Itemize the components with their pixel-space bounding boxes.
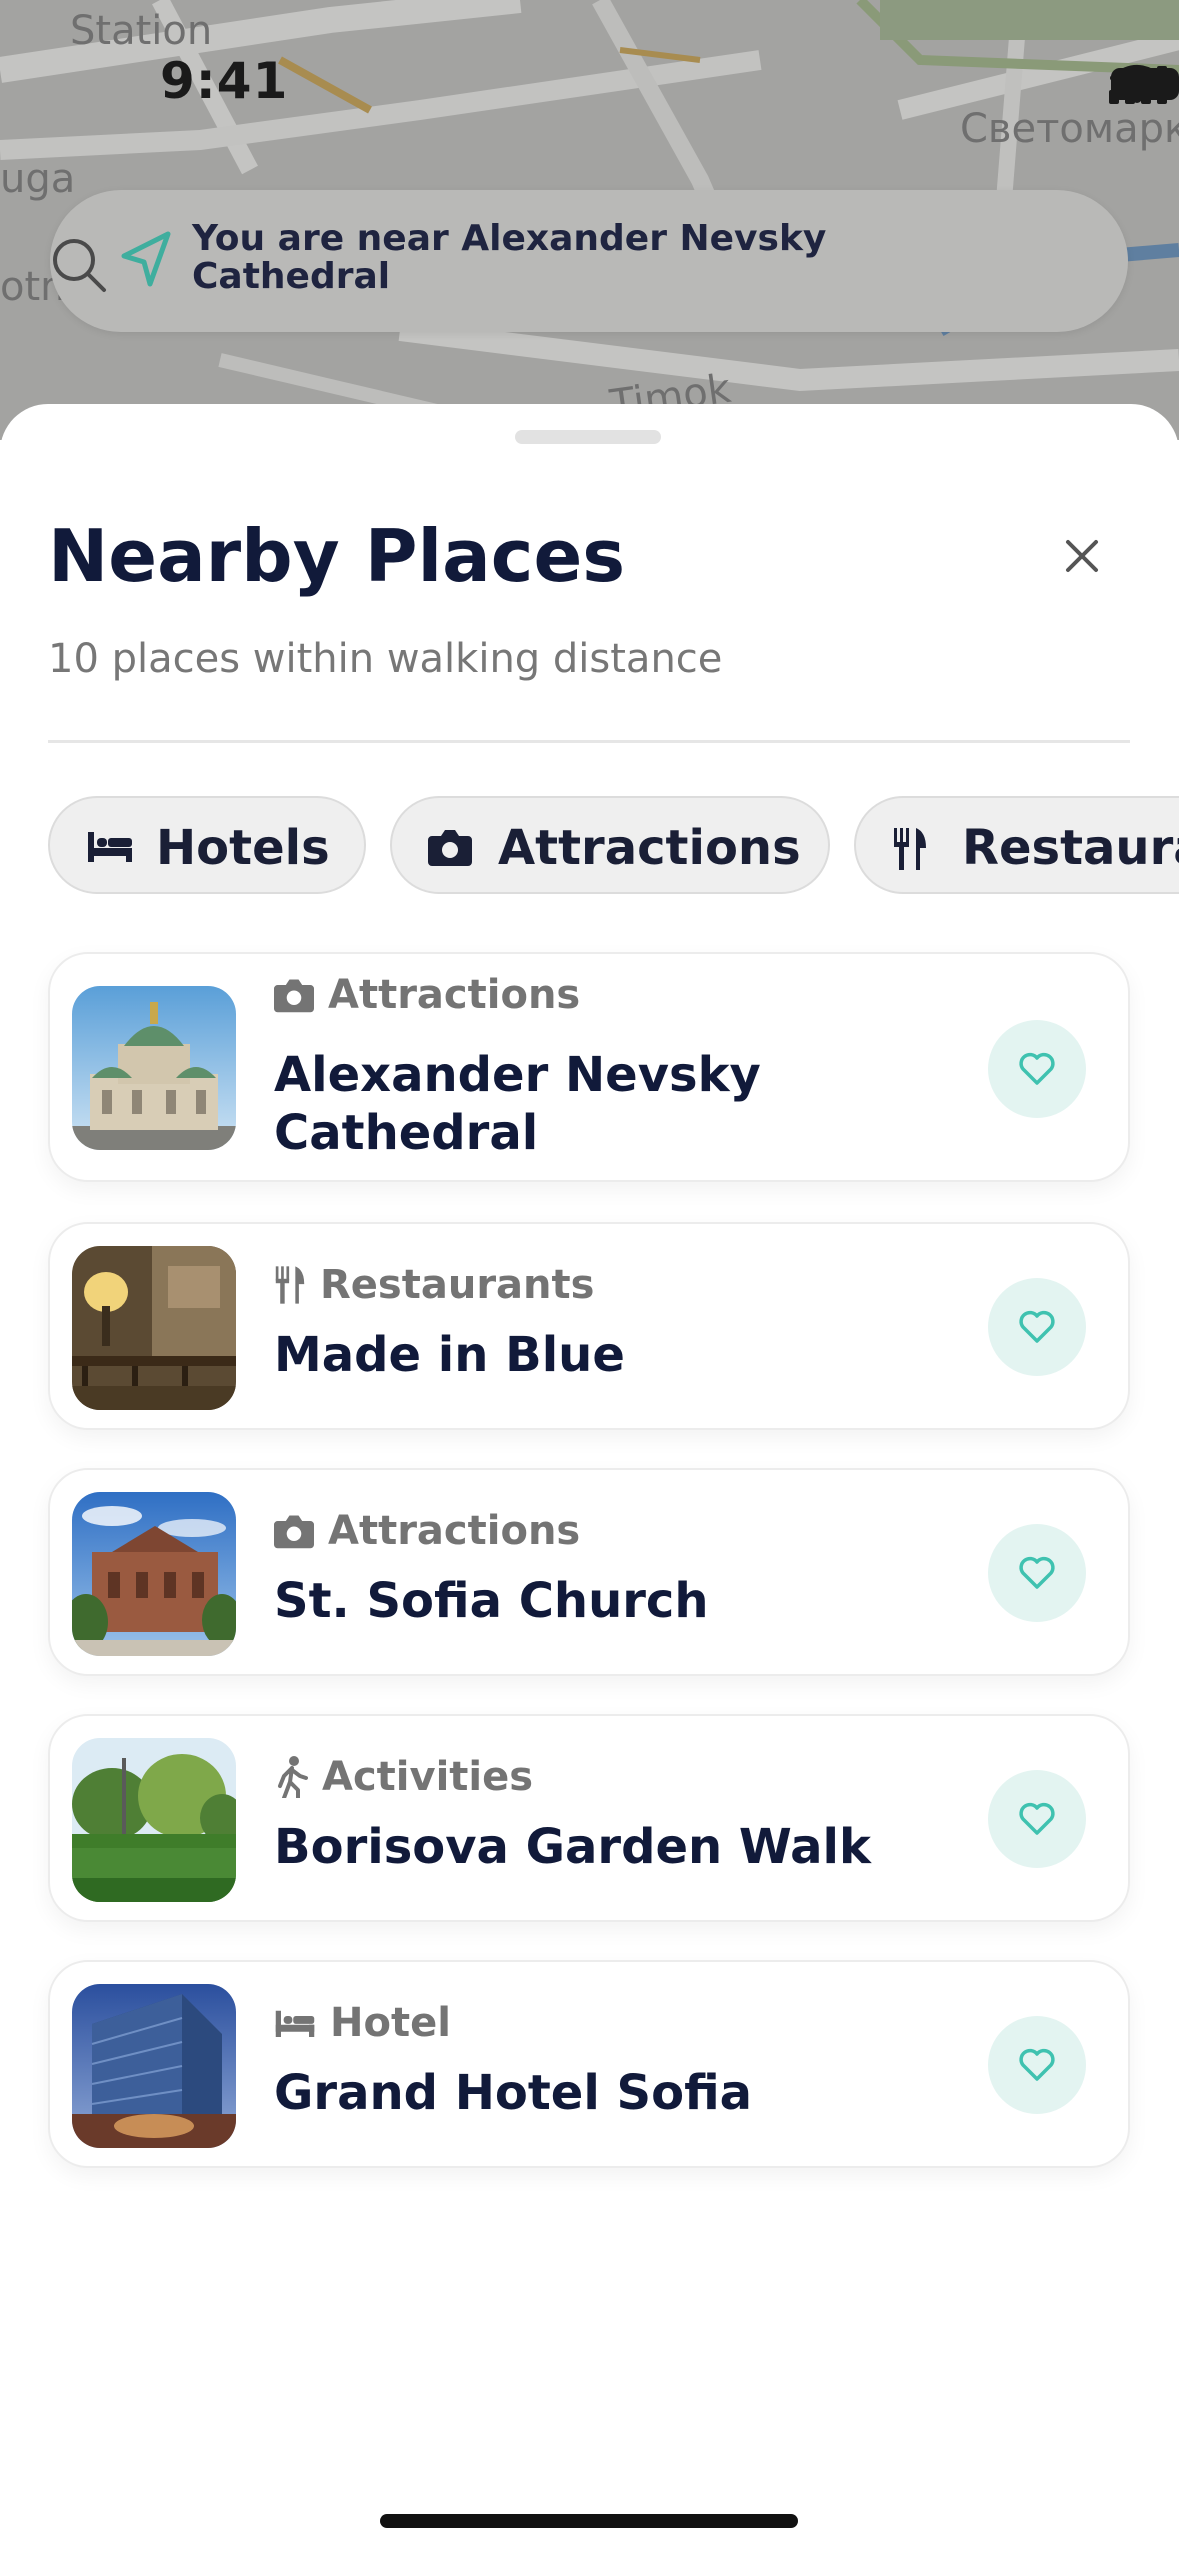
camera-icon [428,830,472,866]
filter-chip-restaurants[interactable]: Restaura [854,796,1179,894]
camera-icon [274,979,314,1013]
favorite-button[interactable] [988,1278,1086,1376]
place-category-label: Restaurants [320,1262,595,1308]
place-card[interactable]: Attractions Alexander Nevsky Cathedral [48,952,1130,1182]
close-icon[interactable] [1058,532,1106,580]
filter-chip-label: Attractions [498,820,801,876]
place-category-label: Attractions [328,972,581,1018]
favorite-button[interactable] [988,1020,1086,1118]
hotel-photo [72,1984,236,2148]
place-name: Grand Hotel Sofia [274,2065,753,2121]
navigation-arrow-icon [121,231,171,287]
place-name: Alexander Nevsky Cathedral [274,1046,761,1162]
place-card[interactable]: Attractions St. Sofia Church [48,1468,1130,1676]
sheet-grabber[interactable] [515,430,661,444]
place-name: Borisova Garden Walk [274,1819,871,1875]
place-name-line: Cathedral [274,1105,539,1161]
battery-icon [1111,68,1179,100]
place-category: Attractions [274,1508,580,1554]
camera-icon [274,1515,314,1549]
place-category: Hotel [274,2000,451,2046]
filter-chip-hotels[interactable]: Hotels [48,796,366,894]
garden-photo [72,1738,236,1902]
restaurant-photo [72,1246,236,1410]
walking-icon [278,1756,308,1798]
divider [48,740,1130,743]
filter-chip-label: Restaura [962,820,1179,876]
sheet-subtitle: 10 places within walking distance [48,636,723,682]
place-category-label: Activities [322,1754,534,1800]
bed-icon [88,832,132,862]
location-banner-text: You are near Alexander Nevsky Cathedral [192,218,827,297]
place-category: Attractions [274,972,580,1018]
church-photo [72,1492,236,1656]
sheet-title: Nearby Places [48,514,626,598]
map-label: Station [70,8,213,54]
heart-icon [1019,1310,1055,1343]
map-label: Светомарк [960,106,1179,152]
filter-chip-label: Hotels [156,820,330,876]
favorite-button[interactable] [988,1524,1086,1622]
bed-icon [275,2010,315,2037]
heart-icon [1019,1556,1055,1589]
location-banner[interactable]: You are near Alexander Nevsky Cathedral [50,190,1128,332]
status-time: 9:41 [160,52,289,110]
place-category-label: Hotel [330,2000,451,2046]
filter-chips: Hotels Attractions Restaura [48,796,1179,894]
place-card[interactable]: Hotel Grand Hotel Sofia [48,1960,1130,2168]
heart-icon [1019,1052,1055,1085]
place-category: Activities [274,1754,533,1800]
favorite-button[interactable] [988,2016,1086,2114]
home-indicator[interactable] [380,2514,798,2528]
map-background[interactable]: Station uga otn Светомарк Timok 9:41 You… [0,0,1179,440]
filter-chip-attractions[interactable]: Attractions [390,796,830,894]
cathedral-photo [72,986,236,1150]
place-category: Restaurants [274,1262,594,1308]
place-name: St. Sofia Church [274,1573,709,1629]
place-name-line: Alexander Nevsky [274,1047,761,1103]
place-name: Made in Blue [274,1327,625,1383]
heart-icon [1019,1802,1055,1835]
cutlery-icon [894,828,926,870]
nearby-places-sheet: Nearby Places 10 places within walking d… [0,404,1179,2556]
map-label: uga [0,156,76,202]
favorite-button[interactable] [988,1770,1086,1868]
search-icon[interactable] [50,236,108,294]
place-card[interactable]: Restaurants Made in Blue [48,1222,1130,1430]
cutlery-icon [275,1266,305,1304]
heart-icon [1019,2048,1055,2081]
place-category-label: Attractions [328,1508,581,1554]
place-card[interactable]: Activities Borisova Garden Walk [48,1714,1130,1922]
